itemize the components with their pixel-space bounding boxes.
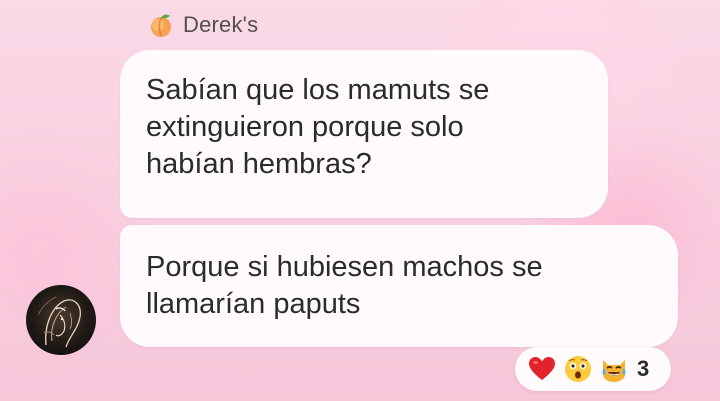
sender-header[interactable]: Derek's (148, 10, 258, 40)
peach-icon (148, 12, 174, 38)
reaction-count: 3 (637, 356, 650, 381)
sender-name: Derek's (183, 12, 259, 37)
reactions-pill[interactable]: 3 (515, 347, 671, 391)
message-text-line: habían hembras? (146, 148, 372, 180)
message-bubble[interactable]: Porque si hubiesen machos se llamarían p… (120, 225, 678, 347)
red-heart-icon (527, 354, 557, 384)
crying-laughing-cat-icon (599, 354, 629, 384)
astonished-face-icon (563, 354, 593, 384)
message-bubble[interactable]: Sabían que los mamuts se extinguieron po… (120, 50, 608, 218)
message-text-line: Sabían que los mamuts se (146, 74, 490, 106)
message-text-line: extinguieron porque solo (146, 111, 464, 143)
avatar[interactable] (26, 285, 96, 355)
avatar-image (37, 296, 81, 348)
message-text-line: Porque si hubiesen machos se (146, 251, 543, 283)
message-text-line: llamarían paputs (146, 288, 361, 320)
